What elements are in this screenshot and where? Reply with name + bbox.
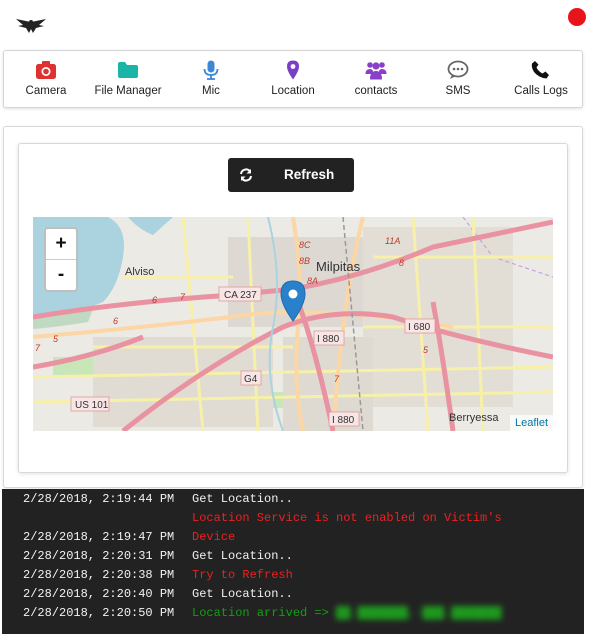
nav-label: SMS xyxy=(445,85,471,97)
zoom-control: + - xyxy=(44,227,78,292)
road-shield: I 880 xyxy=(317,334,340,345)
log-line: 2/28/2018, 2:20:31 PM Get Location.. xyxy=(2,546,584,565)
road-shield: G4 xyxy=(244,374,258,385)
camera-icon xyxy=(36,61,56,79)
zoom-out-button[interactable]: - xyxy=(46,260,76,290)
log-time: 2/28/2018, 2:20:50 PM xyxy=(23,606,175,620)
log-message: Get Location.. xyxy=(192,549,293,563)
feature-nav: Camera File Manager Mic Location contact… xyxy=(3,50,583,108)
top-bar xyxy=(0,0,592,48)
log-message-error: Try to Refresh xyxy=(192,568,293,582)
log-message-error: Device xyxy=(192,530,236,544)
exit-number: 8B xyxy=(299,256,310,266)
users-icon xyxy=(365,62,387,80)
road-shield: I 880 xyxy=(332,415,355,426)
log-line: 2/28/2018, 2:20:50 PM Location arrived =… xyxy=(2,603,584,622)
refresh-icon xyxy=(240,168,252,182)
refresh-button[interactable]: Refresh xyxy=(228,158,354,192)
log-time: 2/28/2018, 2:20:40 PM xyxy=(23,587,175,601)
refresh-label: Refresh xyxy=(284,167,335,182)
exit-number: 6 xyxy=(152,295,157,305)
nav-sms[interactable]: SMS xyxy=(432,51,484,107)
redacted-coordinates: ██.███████,-███.███████ xyxy=(336,606,502,620)
chat-bubble-icon xyxy=(447,60,469,79)
place-label: Berryessa xyxy=(449,412,499,424)
map-card: Refresh Alviso Milpitas Berryessa CA 237… xyxy=(18,143,568,473)
road-shield: I 680 xyxy=(408,322,431,333)
log-line: 2/28/2018, 2:19:47 PM Device xyxy=(2,527,584,546)
log-message-success: Location arrived => xyxy=(192,606,329,620)
nav-label: Camera xyxy=(25,85,67,97)
log-time: 2/28/2018, 2:19:47 PM xyxy=(23,530,175,544)
log-time: 2/28/2018, 2:19:44 PM xyxy=(23,492,175,506)
map-tiles: Alviso Milpitas Berryessa CA 237 I 880 I… xyxy=(33,217,553,431)
nav-contacts[interactable]: contacts xyxy=(346,51,406,107)
log-message: Get Location.. xyxy=(192,492,293,506)
log-line: 2/28/2018, 2:19:44 PM Get Location.. xyxy=(2,489,584,508)
exit-number: 7 xyxy=(35,343,41,353)
nav-mic[interactable]: Mic xyxy=(184,51,238,107)
log-line: Location Service is not enabled on Victi… xyxy=(2,508,584,527)
leaflet-attribution-link[interactable]: Leaflet xyxy=(509,415,553,431)
log-line: 2/28/2018, 2:20:40 PM Get Location.. xyxy=(2,584,584,603)
location-map[interactable]: Alviso Milpitas Berryessa CA 237 I 880 I… xyxy=(33,217,553,431)
road-shield: US 101 xyxy=(75,400,109,411)
exit-number: 8 xyxy=(399,258,404,268)
nav-camera[interactable]: Camera xyxy=(14,51,78,107)
zoom-in-button[interactable]: + xyxy=(46,229,76,260)
nav-label: Mic xyxy=(202,85,220,97)
exit-number: 6 xyxy=(113,316,118,326)
phone-icon xyxy=(531,61,549,79)
bird-logo-icon xyxy=(16,19,46,33)
nav-label: contacts xyxy=(354,85,398,97)
nav-calls-logs[interactable]: Calls Logs xyxy=(508,51,574,107)
exit-number: 11A xyxy=(385,236,400,246)
log-time: 2/28/2018, 2:20:38 PM xyxy=(23,568,175,582)
log-message: Get Location.. xyxy=(192,587,293,601)
activity-console: 2/28/2018, 2:19:44 PM Get Location.. Loc… xyxy=(2,489,584,634)
location-panel: Refresh Alviso Milpitas Berryessa CA 237… xyxy=(3,126,583,488)
nav-location[interactable]: Location xyxy=(263,51,323,107)
microphone-icon xyxy=(203,60,219,80)
map-pin-icon xyxy=(287,60,299,80)
place-label: Alviso xyxy=(125,266,154,278)
folder-icon xyxy=(118,62,138,78)
status-indicator xyxy=(568,8,586,26)
nav-label: Location xyxy=(271,85,315,97)
exit-number: 8A xyxy=(307,276,318,286)
nav-label: Calls Logs xyxy=(514,85,568,97)
exit-number: 8C xyxy=(299,240,311,250)
road-shield: CA 237 xyxy=(224,290,257,301)
place-label: Milpitas xyxy=(316,259,361,274)
log-line: 2/28/2018, 2:20:38 PM Try to Refresh xyxy=(2,565,584,584)
nav-file-manager[interactable]: File Manager xyxy=(90,51,166,107)
log-time: 2/28/2018, 2:20:31 PM xyxy=(23,549,175,563)
nav-label: File Manager xyxy=(94,85,162,97)
log-message-error: Location Service is not enabled on Victi… xyxy=(192,511,502,525)
